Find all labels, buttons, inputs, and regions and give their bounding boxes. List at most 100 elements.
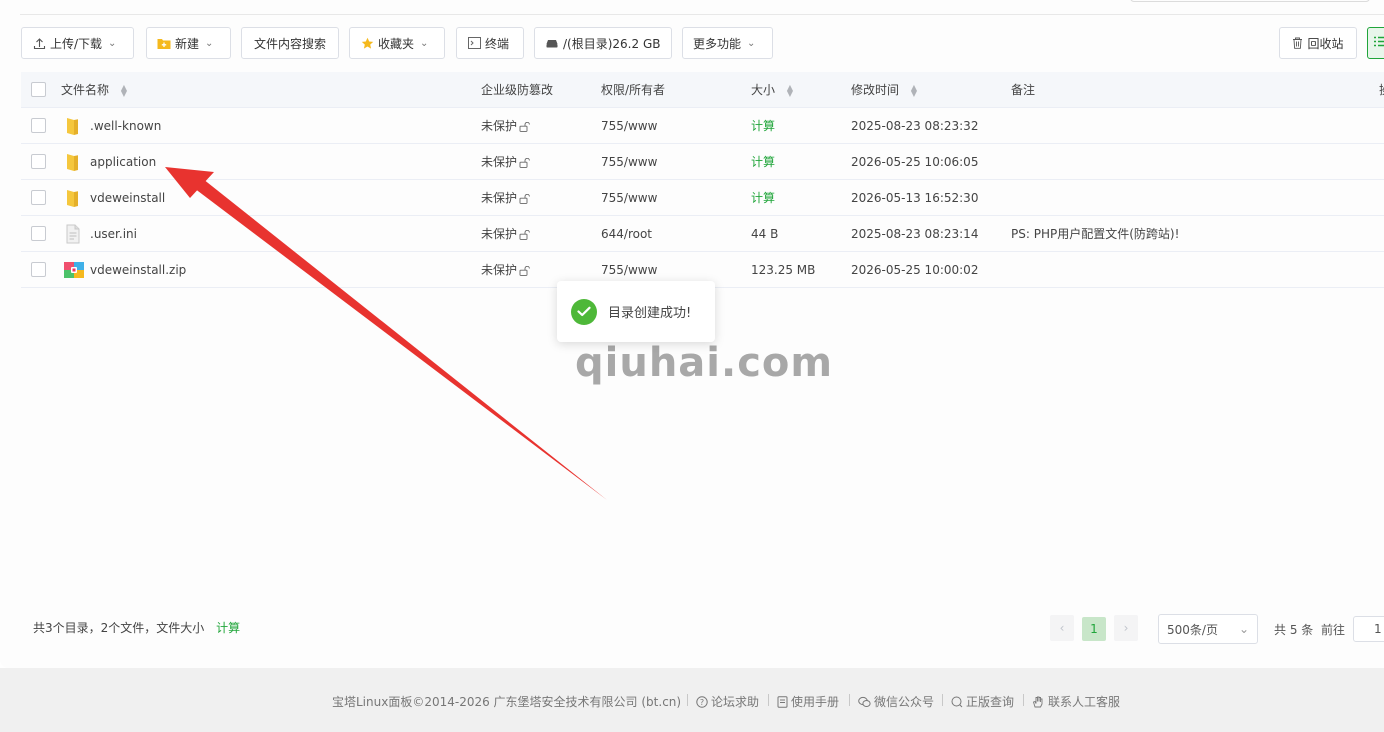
- header-modified-time[interactable]: 修改时间 ▲ ▼: [851, 72, 917, 108]
- new-folder-icon: [157, 36, 171, 50]
- file-name[interactable]: vdeweinstall: [90, 180, 165, 216]
- header-size[interactable]: 大小 ▲ ▼: [751, 72, 793, 108]
- select-all-checkbox[interactable]: [31, 82, 46, 97]
- top-divider: [20, 14, 1384, 15]
- help-icon: ?: [696, 695, 708, 708]
- folder-icon: [63, 116, 83, 136]
- row-checkbox[interactable]: [31, 154, 46, 169]
- current-page[interactable]: 1: [1082, 617, 1106, 641]
- chevron-down-icon: ⌄: [205, 37, 214, 49]
- tamper-status[interactable]: 未保护: [481, 216, 530, 252]
- recycle-bin-button[interactable]: 回收站: [1279, 27, 1357, 59]
- file-name[interactable]: .well-known: [90, 108, 161, 144]
- upload-icon: [32, 36, 46, 50]
- table-row[interactable]: .user.ini 未保护 644/root 44 B 2025-08-23 08:23…: [21, 216, 1384, 252]
- row-checkbox[interactable]: [31, 226, 46, 241]
- disk-icon: [545, 36, 559, 50]
- footer-copyright: 宝塔Linux面板©2014-2026 广东堡塔安全技术有限公司 (bt.cn): [332, 695, 682, 709]
- chevron-down-icon: ⌄: [1238, 622, 1249, 636]
- svg-text:?: ?: [700, 697, 704, 706]
- modified-time: 2026-05-25 10:00:02: [851, 263, 979, 277]
- modified-time: 2026-05-13 16:52:30: [851, 191, 979, 205]
- zip-archive-icon: [63, 260, 84, 280]
- file-icon: [63, 224, 83, 244]
- star-icon: [360, 36, 374, 50]
- tamper-status[interactable]: 未保护: [481, 108, 530, 144]
- content-search-button[interactable]: 文件内容搜索: [241, 27, 339, 59]
- sort-icon: ▲ ▼: [786, 82, 793, 98]
- upload-download-button[interactable]: 上传/下载 ⌄: [21, 27, 134, 59]
- file-size[interactable]: 计算: [751, 144, 775, 180]
- upload-download-label: 上传/下载: [50, 36, 103, 51]
- table-row[interactable]: vdeweinstall 未保护 755/www 计算 2026-05-13 16:52…: [21, 180, 1384, 216]
- table-row[interactable]: .well-known 未保护 755/www 计算 2025-08-23 08:23:…: [21, 108, 1384, 144]
- summary-calc-link[interactable]: 计算: [216, 621, 240, 635]
- favorites-label: 收藏夹: [378, 36, 415, 51]
- success-toast: 目录创建成功!: [557, 281, 715, 342]
- goto-label: 前往: [1321, 623, 1346, 637]
- modified-time: 2026-05-25 10:06:05: [851, 155, 979, 169]
- watermark: qiuhai.com: [575, 340, 834, 386]
- header-permission-owner: 权限/所有者: [601, 83, 666, 97]
- footer-wechat-link[interactable]: 微信公众号: [858, 693, 934, 710]
- sort-icon: ▲ ▼: [910, 82, 917, 98]
- sort-icon: ▲ ▼: [120, 82, 127, 98]
- page-size-select[interactable]: 500条/页 ⌄: [1158, 614, 1258, 644]
- unlock-icon: [517, 119, 530, 133]
- wechat-icon: [858, 696, 871, 707]
- more-functions-button[interactable]: 更多功能 ⌄: [682, 27, 773, 59]
- file-size[interactable]: 计算: [751, 108, 775, 144]
- prev-page-button[interactable]: ‹: [1050, 615, 1074, 641]
- terminal-button[interactable]: 终端: [456, 27, 524, 59]
- footer-separator: [942, 694, 943, 706]
- unlock-icon: [517, 191, 530, 205]
- permission-owner[interactable]: 755/www: [601, 144, 657, 180]
- chevron-down-icon: ⌄: [420, 37, 429, 49]
- file-name[interactable]: vdeweinstall.zip: [90, 252, 186, 288]
- unlock-icon: [517, 155, 530, 169]
- page-size-value: 500条/页: [1167, 622, 1218, 637]
- path-bar-edge: [1130, 0, 1370, 2]
- footer-manual-link[interactable]: 使用手册: [777, 693, 839, 710]
- tamper-status[interactable]: 未保护: [481, 180, 530, 216]
- table-row[interactable]: application 未保护 755/www 计算 2026-05-25 10:06:…: [21, 144, 1384, 180]
- next-page-button[interactable]: ›: [1114, 615, 1138, 641]
- header-tamper-protection: 企业级防篡改: [481, 83, 554, 97]
- header-filename[interactable]: 文件名称 ▲ ▼: [61, 72, 127, 108]
- file-size: 44 B: [751, 227, 779, 241]
- goto-page-input[interactable]: 1: [1353, 616, 1384, 642]
- trash-icon: [1292, 37, 1303, 49]
- file-name[interactable]: application: [90, 144, 156, 180]
- folder-icon: [63, 152, 83, 172]
- footer-verify-link[interactable]: 正版查询: [951, 693, 1014, 710]
- row-checkbox[interactable]: [31, 118, 46, 133]
- unlock-icon: [517, 263, 530, 277]
- modified-time: 2025-08-23 08:23:32: [851, 119, 979, 133]
- row-checkbox[interactable]: [31, 262, 46, 277]
- new-button[interactable]: 新建 ⌄: [146, 27, 231, 59]
- disk-button[interactable]: /(根目录)26.2 GB: [534, 27, 672, 59]
- tamper-status[interactable]: 未保护: [481, 144, 530, 180]
- list-icon: [1374, 36, 1384, 50]
- search-icon: [951, 696, 963, 707]
- file-size: 123.25 MB: [751, 263, 816, 277]
- file-name[interactable]: .user.ini: [90, 216, 137, 252]
- permission-owner[interactable]: 755/www: [601, 180, 657, 216]
- check-circle-icon: [571, 298, 597, 325]
- toast-message: 目录创建成功!: [608, 306, 692, 321]
- footer-support-link[interactable]: 联系人工客服: [1032, 693, 1120, 710]
- favorites-button[interactable]: 收藏夹 ⌄: [349, 27, 445, 59]
- row-checkbox[interactable]: [31, 190, 46, 205]
- unlock-icon: [517, 227, 530, 241]
- content-search-label: 文件内容搜索: [253, 36, 326, 51]
- file-note[interactable]: PS: PHP用户配置文件(防跨站)!: [1011, 216, 1179, 252]
- tamper-status[interactable]: 未保护: [481, 252, 530, 288]
- permission-owner[interactable]: 755/www: [601, 108, 657, 144]
- directory-summary: 共3个目录，2个文件，文件大小 计算: [33, 619, 240, 636]
- file-size[interactable]: 计算: [751, 180, 775, 216]
- list-view-toggle[interactable]: [1367, 27, 1384, 59]
- table-header: 文件名称 ▲▼ 企业级防篡改 权限/所有者 大小 ▲▼ 修改时间 ▲▼ 备注 操: [21, 72, 1384, 108]
- terminal-icon: [467, 36, 481, 50]
- permission-owner[interactable]: 644/root: [601, 216, 652, 252]
- footer-forum-link[interactable]: ? 论坛求助: [696, 693, 759, 710]
